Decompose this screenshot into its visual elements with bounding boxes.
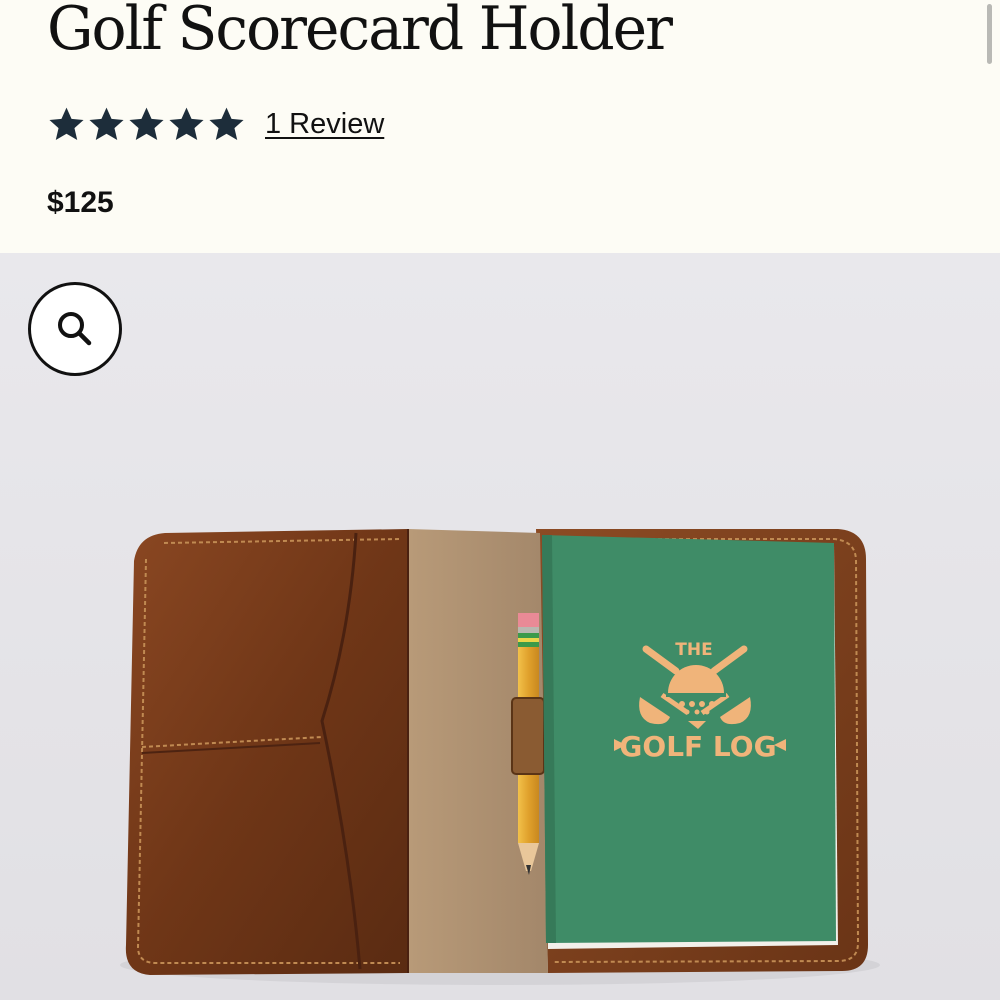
- star-icon: [209, 107, 244, 140]
- magnifier-icon: [58, 312, 92, 346]
- product-image[interactable]: THE GOLF LOG: [0, 253, 1000, 1000]
- product-price: $125: [47, 186, 114, 219]
- zoom-button[interactable]: [28, 282, 122, 376]
- scrollbar[interactable]: [987, 4, 992, 64]
- notebook-cover-top: THE: [675, 640, 712, 660]
- product-title: Golf Scorecard Holder: [47, 0, 673, 64]
- product-header: Golf Scorecard Holder 1 Review $125: [0, 0, 1000, 253]
- star-icon: [169, 107, 204, 140]
- product-photo: THE GOLF LOG: [120, 529, 880, 985]
- star-rating: [47, 105, 246, 144]
- review-count-link[interactable]: 1 Review: [265, 108, 384, 141]
- star-icon: [49, 107, 84, 140]
- notebook-cover-title: GOLF LOG: [619, 730, 776, 763]
- star-icon: [129, 107, 164, 140]
- rating-row: 1 Review: [47, 103, 384, 145]
- golf-log-notebook: THE GOLF LOG: [542, 535, 838, 949]
- star-icon: [89, 107, 124, 140]
